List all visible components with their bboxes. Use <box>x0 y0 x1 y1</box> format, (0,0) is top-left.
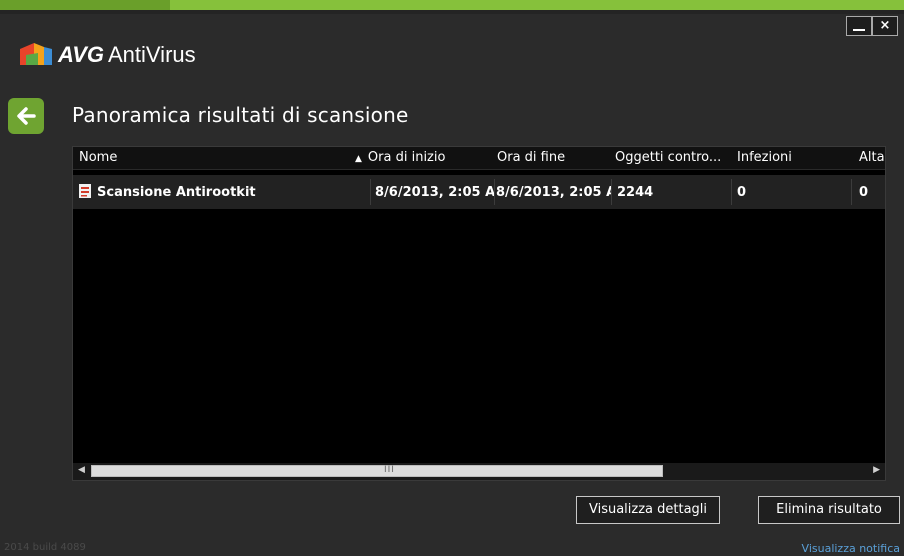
column-header-alta[interactable]: Alta <box>859 150 885 165</box>
scrollbar-grip: III <box>384 465 395 475</box>
accent-stripe-light <box>170 0 904 10</box>
title-bar-accent <box>0 0 904 14</box>
scan-results-table[interactable]: Nome ▲ Ora di inizio Ora di fine Oggetti … <box>72 146 886 481</box>
column-header-ora-inizio[interactable]: ▲ Ora di inizio <box>355 150 485 165</box>
close-button[interactable]: × <box>872 16 898 36</box>
row-end-time: 8/6/2013, 2:05 A <box>496 185 611 200</box>
app-logo: AVG AntiVirus <box>20 38 260 78</box>
build-info: 2014 build 4089 <box>4 542 86 553</box>
row-high: 0 <box>859 185 869 200</box>
minimize-button[interactable] <box>846 16 872 36</box>
product-name: AntiVirus <box>108 42 196 67</box>
row-name: Scansione Antirootkit <box>97 185 256 200</box>
delete-result-button[interactable]: Elimina risultato <box>758 496 900 524</box>
row-infections: 0 <box>737 185 747 200</box>
brand-name: AVG <box>58 42 105 67</box>
column-header-infezioni[interactable]: Infezioni <box>737 150 837 165</box>
table-header: Nome ▲ Ora di inizio Ora di fine Oggetti … <box>73 147 885 170</box>
scrollbar-thumb[interactable]: III <box>91 465 663 477</box>
cell-separator <box>494 179 495 205</box>
scroll-right-icon[interactable]: ▶ <box>873 465 880 475</box>
cell-separator <box>611 179 612 205</box>
view-details-button[interactable]: Visualizza dettagli <box>576 496 720 524</box>
column-header-ora-fine[interactable]: Ora di fine <box>497 150 609 165</box>
close-icon: × <box>879 18 891 33</box>
table-row[interactable]: Scansione Antirootkit 8/6/2013, 2:05 A 8… <box>73 175 885 209</box>
avg-logo-icon <box>20 43 52 65</box>
cell-separator <box>370 179 371 205</box>
column-header-nome[interactable]: Nome <box>79 150 349 165</box>
accent-stripe-dark <box>0 0 170 10</box>
cell-separator <box>851 179 852 205</box>
accent-stripe-shadow <box>0 10 904 14</box>
scan-report-icon <box>79 184 91 202</box>
show-notification-link[interactable]: Visualizza notifica <box>802 542 900 555</box>
page-title: Panoramica risultati di scansione <box>72 103 409 127</box>
horizontal-scrollbar[interactable]: ◀ III ▶ <box>73 463 885 480</box>
back-arrow-icon <box>17 107 36 125</box>
sort-ascending-icon: ▲ <box>355 154 362 164</box>
column-header-oggetti[interactable]: Oggetti contro... <box>615 150 739 165</box>
scroll-left-icon[interactable]: ◀ <box>78 465 85 475</box>
row-objects: 2244 <box>617 185 654 200</box>
row-start-time: 8/6/2013, 2:05 A <box>375 185 494 200</box>
back-button[interactable] <box>8 98 44 134</box>
cell-separator <box>731 179 732 205</box>
